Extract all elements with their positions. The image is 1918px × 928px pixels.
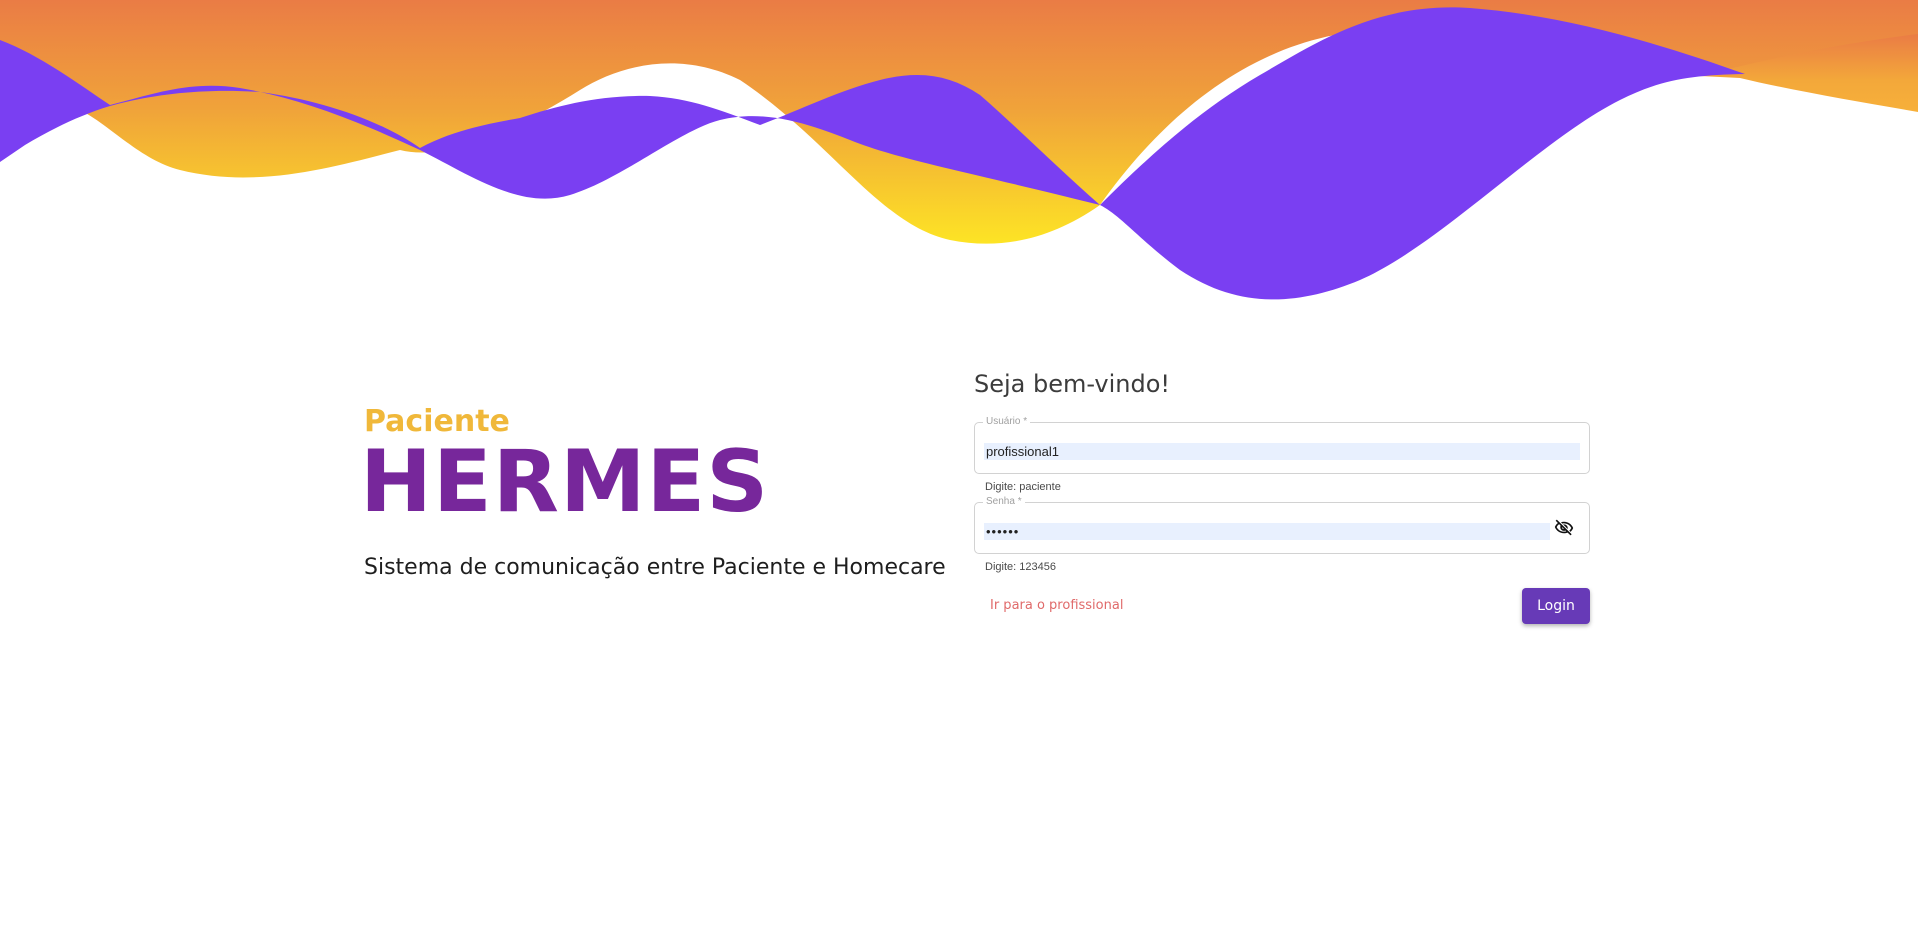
brand-block: Paciente HERMES Sistema de comunicação e… xyxy=(360,404,946,583)
brand-description: Sistema de comunicação entre Paciente e … xyxy=(364,555,946,580)
login-form: Seja bem-vindo! Usuário * Digite: pacien… xyxy=(974,368,1590,626)
brand-title: HERMES xyxy=(360,432,770,532)
username-input[interactable] xyxy=(984,443,1580,460)
eye-off-icon[interactable] xyxy=(1553,518,1575,538)
welcome-heading: Seja bem-vindo! xyxy=(974,370,1171,398)
login-page: Paciente HERMES Sistema de comunicação e… xyxy=(0,0,1918,928)
password-hint: Digite: 123456 xyxy=(985,561,1056,573)
username-field: Usuário * xyxy=(974,416,1590,474)
login-button[interactable]: Login xyxy=(1522,588,1590,624)
form-actions: Ir para o profissional Login xyxy=(974,588,1590,626)
username-hint: Digite: paciente xyxy=(985,481,1061,493)
go-to-professional-link[interactable]: Ir para o profissional xyxy=(990,598,1123,613)
header-waves xyxy=(0,0,1918,300)
password-input[interactable] xyxy=(984,523,1550,540)
username-label: Usuário * xyxy=(983,416,1031,428)
password-field: Senha * xyxy=(974,496,1590,554)
password-label: Senha * xyxy=(983,496,1025,508)
